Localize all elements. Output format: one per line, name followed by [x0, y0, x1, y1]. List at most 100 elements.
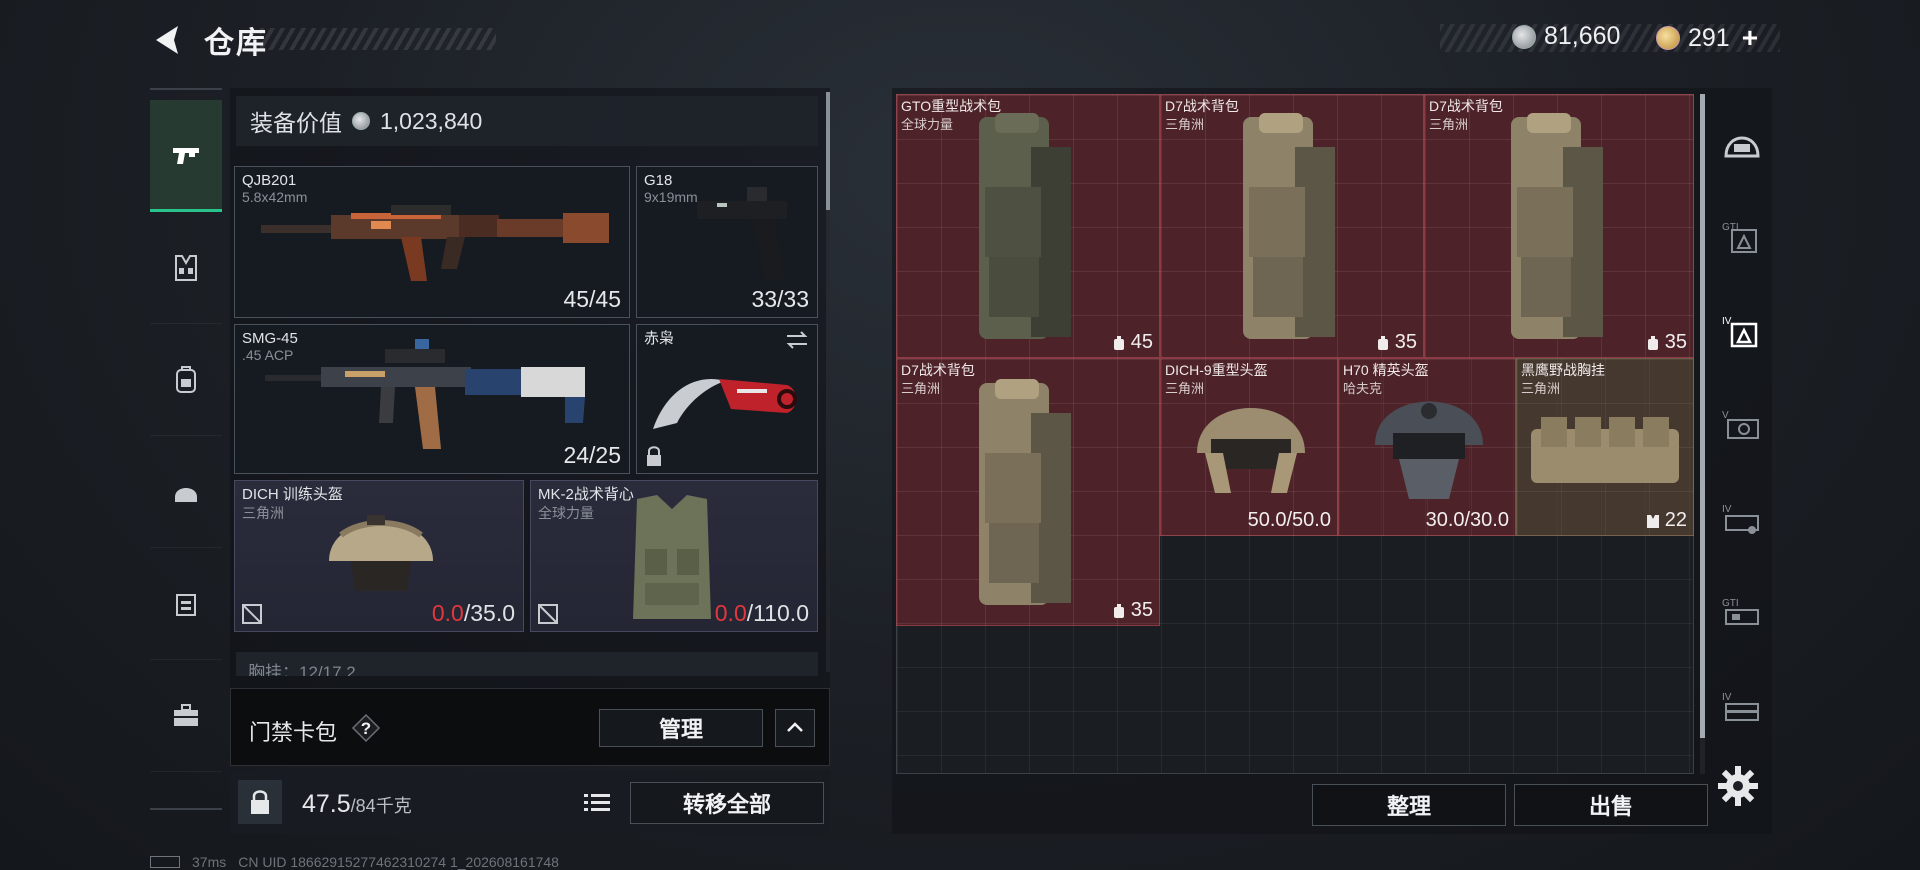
helmet-durability: 0.0/35.0 [432, 600, 515, 627]
slot-sidearm[interactable]: G18 9x19mm 33/33 [636, 166, 818, 318]
expand-button[interactable] [775, 709, 815, 747]
gold-currency[interactable]: 291 + [1656, 22, 1758, 54]
sell-button[interactable]: 出售 [1514, 784, 1708, 826]
armor-faction: 全球力量 [538, 505, 594, 521]
smg-image [265, 339, 585, 449]
ammo-count: 33/33 [751, 286, 809, 312]
manage-button[interactable]: 管理 [599, 709, 763, 747]
status-footer: 37ms CN UID 18662915277462310274 1_20260… [150, 854, 559, 870]
item-capacity: 35 [1111, 599, 1153, 622]
item-capacity-value: 35 [1664, 331, 1687, 353]
filter-iv-cases[interactable]: IV [1716, 682, 1768, 734]
helmet-faction: 三角洲 [242, 505, 284, 521]
filter-iv-bags[interactable]: IV [1716, 306, 1768, 358]
chest-rig-small-icon [1646, 514, 1659, 528]
filter-iv-rigs[interactable]: IV [1716, 494, 1768, 546]
item-durability-value: 30.0/30.0 [1425, 509, 1509, 531]
equipment-value-label: 装备价值 [250, 110, 342, 136]
chest-rig-row[interactable]: 胸挂：12/17 2 [236, 652, 818, 676]
svg-text:GTI: GTI [1722, 598, 1739, 609]
item-name: H70 精英头盔 [1343, 362, 1429, 378]
loadout-category-nav [150, 88, 222, 810]
swap-icon[interactable] [785, 331, 809, 349]
armor-name: MK-2战术背心 [538, 486, 634, 503]
list-view-button[interactable] [578, 786, 616, 820]
storage-item-backpack[interactable]: D7战术背包 三角洲 35 [1160, 94, 1424, 358]
filter-gti-rigs[interactable]: GTI [1716, 588, 1768, 640]
capacity-bar: 47.5/84千克 转移全部 [230, 770, 830, 834]
nav-backpack[interactable] [150, 324, 222, 436]
backpack-image [1511, 113, 1603, 339]
backpack-image [1243, 113, 1335, 339]
item-faction: 全球力量 [901, 117, 954, 132]
sort-button[interactable]: 整理 [1312, 784, 1506, 826]
item-faction: 三角洲 [901, 381, 941, 396]
storage-item-helmet[interactable]: DICH-9重型头盔 三角洲 50.0/50.0 [1160, 358, 1338, 536]
helmet-image [329, 515, 433, 591]
filter-gti-bags[interactable]: GTI [1716, 212, 1768, 264]
bag-icon [176, 593, 196, 616]
ping-readout: 37ms [192, 854, 227, 870]
nav-helmet[interactable] [150, 436, 222, 548]
svg-text:IV: IV [1722, 504, 1732, 515]
nav-chest-rig[interactable] [150, 212, 222, 324]
capacity-lock-button[interactable] [238, 780, 282, 824]
backpack-small-icon [1377, 335, 1388, 350]
battery-icon [150, 856, 180, 868]
help-icon[interactable]: ? [351, 713, 381, 743]
ammo-count: 24/25 [563, 442, 621, 468]
storage-item-chest-rig[interactable]: 黑鹰野战胸挂 三角洲 22 [1516, 358, 1694, 536]
item-capacity: 22 [1645, 509, 1687, 532]
item-durability-value: 50.0/50.0 [1247, 509, 1331, 531]
item-capacity-value: 22 [1664, 509, 1687, 531]
gear-icon [1718, 766, 1758, 806]
backpack-small-icon [1113, 335, 1124, 350]
storage-filter-nav: GTI IV V IV GTI IV [1708, 88, 1772, 768]
filter-v-box[interactable]: V [1716, 400, 1768, 452]
back-button[interactable] [150, 22, 186, 58]
add-currency-button[interactable]: + [1742, 22, 1758, 54]
gold-coin-icon [1656, 26, 1680, 50]
filter-helmets[interactable] [1716, 118, 1768, 170]
title-decoration [260, 28, 496, 50]
storage-scroll-thumb[interactable] [1700, 94, 1705, 738]
slot-secondary-weapon[interactable]: SMG-45 .45 ACP 24/25 [234, 324, 630, 474]
settings-button[interactable] [1716, 764, 1760, 808]
nav-bag[interactable] [150, 548, 222, 660]
storage-item-backpack[interactable]: D7战术背包 三角洲 35 [1424, 94, 1694, 358]
svg-text:IV: IV [1722, 316, 1732, 327]
helmet-image [1375, 401, 1483, 499]
storage-item-backpack[interactable]: D7战术背包 三角洲 35 [896, 358, 1160, 626]
slot-melee[interactable]: 赤枭 [636, 324, 818, 474]
weapon-name: G18 [644, 172, 673, 189]
help-label: ? [361, 719, 371, 738]
karambit-image [653, 379, 797, 429]
melee-name: 赤枭 [644, 330, 675, 347]
durability-current: 0.0 [431, 600, 464, 626]
nav-briefcase[interactable] [150, 660, 222, 772]
loadout-scroll-thumb[interactable] [826, 92, 830, 210]
silver-coin-icon [352, 112, 370, 130]
transfer-all-button[interactable]: 转移全部 [630, 782, 824, 824]
chevron-up-icon [787, 722, 803, 732]
uid-readout: CN UID 18662915277462310274 1_2026081617… [238, 854, 559, 870]
chest-rig-row-label: 胸挂：12/17 2 [248, 663, 356, 676]
item-faction: 三角洲 [1165, 117, 1205, 132]
durability-current: 0.0 [714, 600, 747, 626]
slot-primary-weapon[interactable]: QJB201 5.8x42mm 45/45 [234, 166, 630, 318]
storage-item-helmet[interactable]: H70 精英头盔 哈夫克 30.0/30.0 [1338, 358, 1516, 536]
slot-body-armor[interactable]: MK-2战术背心 全球力量 0.0/110.0 [530, 480, 818, 632]
vest-image [633, 495, 711, 619]
item-durability: 50.0/50.0 [1248, 509, 1331, 532]
backpack-image [979, 379, 1071, 605]
item-capacity: 45 [1111, 331, 1153, 354]
storage-item-backpack[interactable]: GTO重型战术包 全球力量 45 [896, 94, 1160, 358]
nav-weapons[interactable] [150, 100, 222, 212]
svg-text:IV: IV [1722, 692, 1732, 703]
slot-helmet[interactable]: DICH 训练头盔 三角洲 0.0/35.0 [234, 480, 524, 632]
helmet-filter-icon [1724, 136, 1760, 158]
iv-case-icon: IV [1722, 692, 1759, 721]
pistol-icon [173, 147, 199, 164]
back-arrow-icon [156, 26, 178, 54]
item-capacity-value: 35 [1394, 331, 1417, 353]
